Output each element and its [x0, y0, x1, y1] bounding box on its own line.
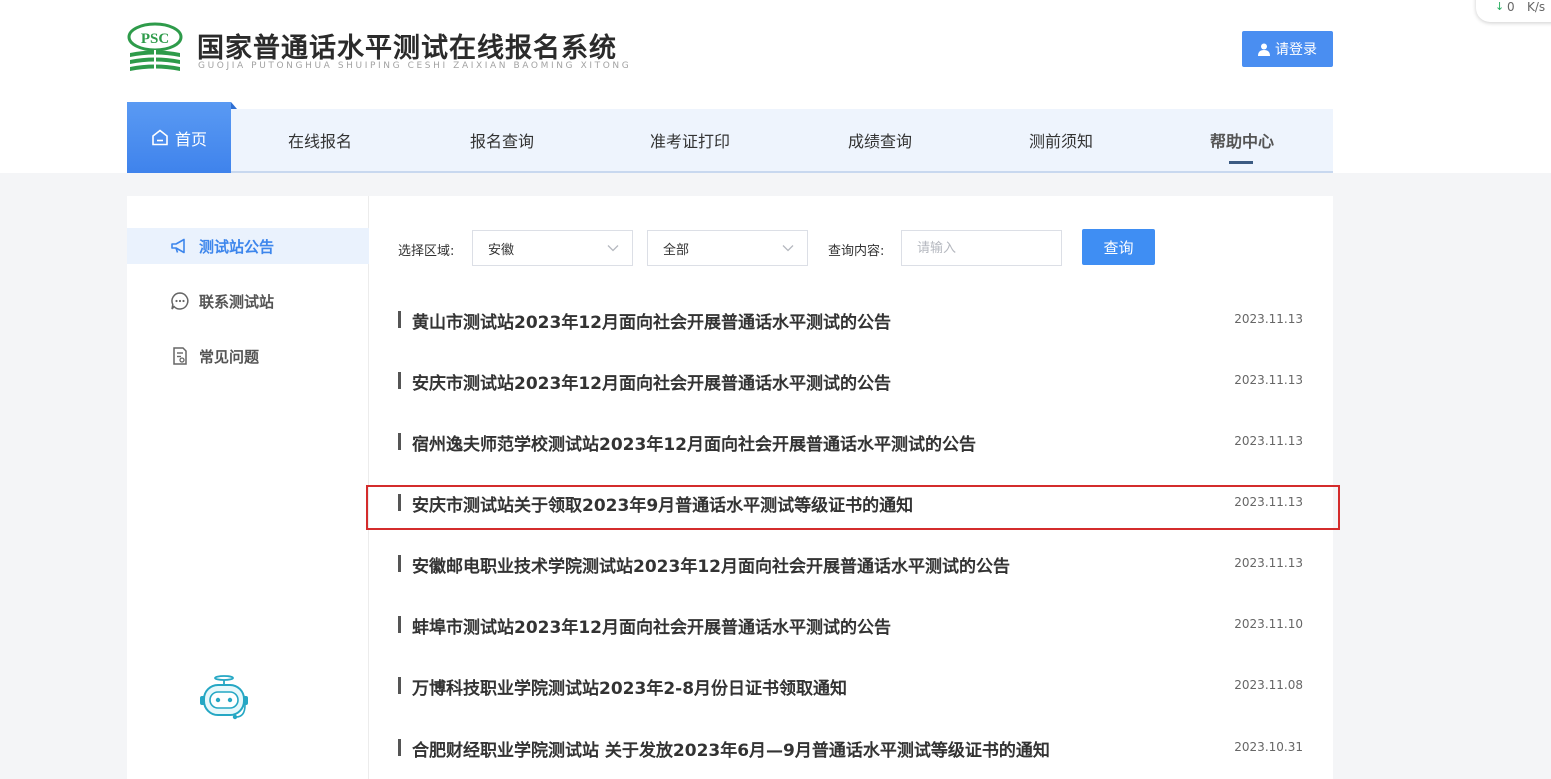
nav-admission-ticket-print[interactable]: 准考证打印	[595, 109, 785, 171]
sidebar-item-contact[interactable]: 联系测试站	[127, 283, 369, 319]
row-marker	[398, 555, 401, 572]
notice-row[interactable]: 蚌埠市测试站2023年12月面向社会开展普通话水平测试的公告 2023.11.1…	[398, 610, 1303, 640]
sidebar-item-label: 联系测试站	[199, 292, 275, 311]
nav-active-underline	[1229, 161, 1253, 164]
chat-icon	[171, 292, 189, 310]
site-subtitle: GUOJIA PUTONGHUA SHUIPING CESHI ZAIXIAN …	[198, 61, 632, 71]
notice-row[interactable]: 合肥财经职业学院测试站 关于发放2023年6月—9月普通话水平测试等级证书的通知…	[398, 733, 1303, 763]
query-label: 查询内容:	[828, 244, 885, 259]
row-marker	[398, 372, 401, 389]
chevron-down-icon	[782, 245, 794, 252]
notice-title[interactable]: 宿州逸夫师范学校测试站2023年12月面向社会开展普通话水平测试的公告	[412, 430, 976, 455]
notice-title[interactable]: 合肥财经职业学院测试站 关于发放2023年6月—9月普通话水平测试等级证书的通知	[412, 736, 1050, 761]
chevron-down-icon	[607, 245, 619, 252]
province-select[interactable]: 安徽	[472, 230, 633, 266]
notice-date: 2023.10.31	[1234, 740, 1303, 754]
notice-row[interactable]: 黄山市测试站2023年12月面向社会开展普通话水平测试的公告 2023.11.1…	[398, 305, 1303, 335]
nav-home-label: 首页	[174, 129, 207, 149]
notice-date: 2023.11.13	[1234, 373, 1303, 387]
notice-date: 2023.11.08	[1234, 678, 1303, 692]
nav-registration-query[interactable]: 报名查询	[409, 109, 595, 171]
notice-date: 2023.11.13	[1234, 434, 1303, 448]
network-speed-value: 0	[1507, 0, 1515, 14]
row-marker	[398, 677, 401, 694]
row-marker	[398, 616, 401, 633]
sidebar-item-announcements[interactable]: 测试站公告	[127, 228, 369, 264]
query-input[interactable]	[901, 230, 1062, 266]
city-select-value: 全部	[663, 242, 690, 258]
home-icon	[152, 129, 168, 146]
notice-title[interactable]: 蚌埠市测试站2023年12月面向社会开展普通话水平测试的公告	[412, 613, 891, 638]
notice-date: 2023.11.10	[1234, 617, 1303, 631]
download-arrow-icon: ↓	[1495, 0, 1505, 13]
nav-pre-test-notice[interactable]: 测前须知	[975, 109, 1147, 171]
megaphone-icon	[171, 238, 185, 254]
highlight-annotation-box	[366, 485, 1340, 530]
sidebar-item-label: 常见问题	[199, 347, 260, 366]
notice-row[interactable]: 安庆市测试站2023年12月面向社会开展普通话水平测试的公告 2023.11.1…	[398, 366, 1303, 396]
sidebar-item-label: 测试站公告	[199, 237, 275, 256]
user-icon	[1258, 43, 1270, 56]
chatbot-robot-icon[interactable]	[198, 675, 252, 721]
row-marker	[398, 739, 401, 756]
city-select[interactable]: 全部	[647, 230, 808, 266]
notice-title[interactable]: 安徽邮电职业技术学院测试站2023年12月面向社会开展普通话水平测试的公告	[412, 552, 1010, 577]
notice-title[interactable]: 万博科技职业学院测试站2023年2-8月份日证书领取通知	[412, 674, 847, 699]
row-marker	[398, 433, 401, 450]
network-speed-widget: ↓ 0 K/s	[1476, 0, 1551, 22]
notice-title[interactable]: 安庆市测试站2023年12月面向社会开展普通话水平测试的公告	[412, 369, 891, 394]
notice-date: 2023.11.13	[1234, 556, 1303, 570]
sidebar-item-faq[interactable]: 常见问题	[127, 338, 369, 374]
nav-score-query[interactable]: 成绩查询	[785, 109, 975, 171]
notice-row[interactable]: 安徽邮电职业技术学院测试站2023年12月面向社会开展普通话水平测试的公告 20…	[398, 549, 1303, 579]
site-title: 国家普通话水平测试在线报名系统	[197, 33, 617, 64]
notice-date: 2023.11.13	[1234, 312, 1303, 326]
psc-logo-icon: PSC	[127, 22, 183, 74]
province-select-value: 安徽	[488, 242, 515, 258]
query-button[interactable]: 查询	[1082, 229, 1155, 265]
login-button[interactable]: 请登录	[1242, 31, 1333, 67]
notice-title[interactable]: 黄山市测试站2023年12月面向社会开展普通话水平测试的公告	[412, 308, 891, 333]
login-label: 请登录	[1275, 42, 1317, 58]
row-marker	[398, 311, 401, 328]
network-speed-unit: K/s	[1527, 0, 1546, 14]
main-nav: 首页 在线报名 报名查询 准考证打印 成绩查询 测前须知 帮助中心	[127, 102, 1333, 173]
region-label: 选择区域:	[398, 244, 455, 259]
notice-row[interactable]: 万博科技职业学院测试站2023年2-8月份日证书领取通知 2023.11.08	[398, 671, 1303, 701]
site-logo[interactable]: PSC 国家普通话水平测试在线报名系统 GUOJIA PUTONGHUA SHU…	[127, 22, 687, 78]
logo-text: PSC	[141, 31, 169, 47]
nav-online-registration[interactable]: 在线报名	[231, 109, 409, 171]
nav-home[interactable]: 首页	[127, 102, 237, 173]
notice-row[interactable]: 宿州逸夫师范学校测试站2023年12月面向社会开展普通话水平测试的公告 2023…	[398, 427, 1303, 457]
document-icon	[173, 347, 187, 365]
